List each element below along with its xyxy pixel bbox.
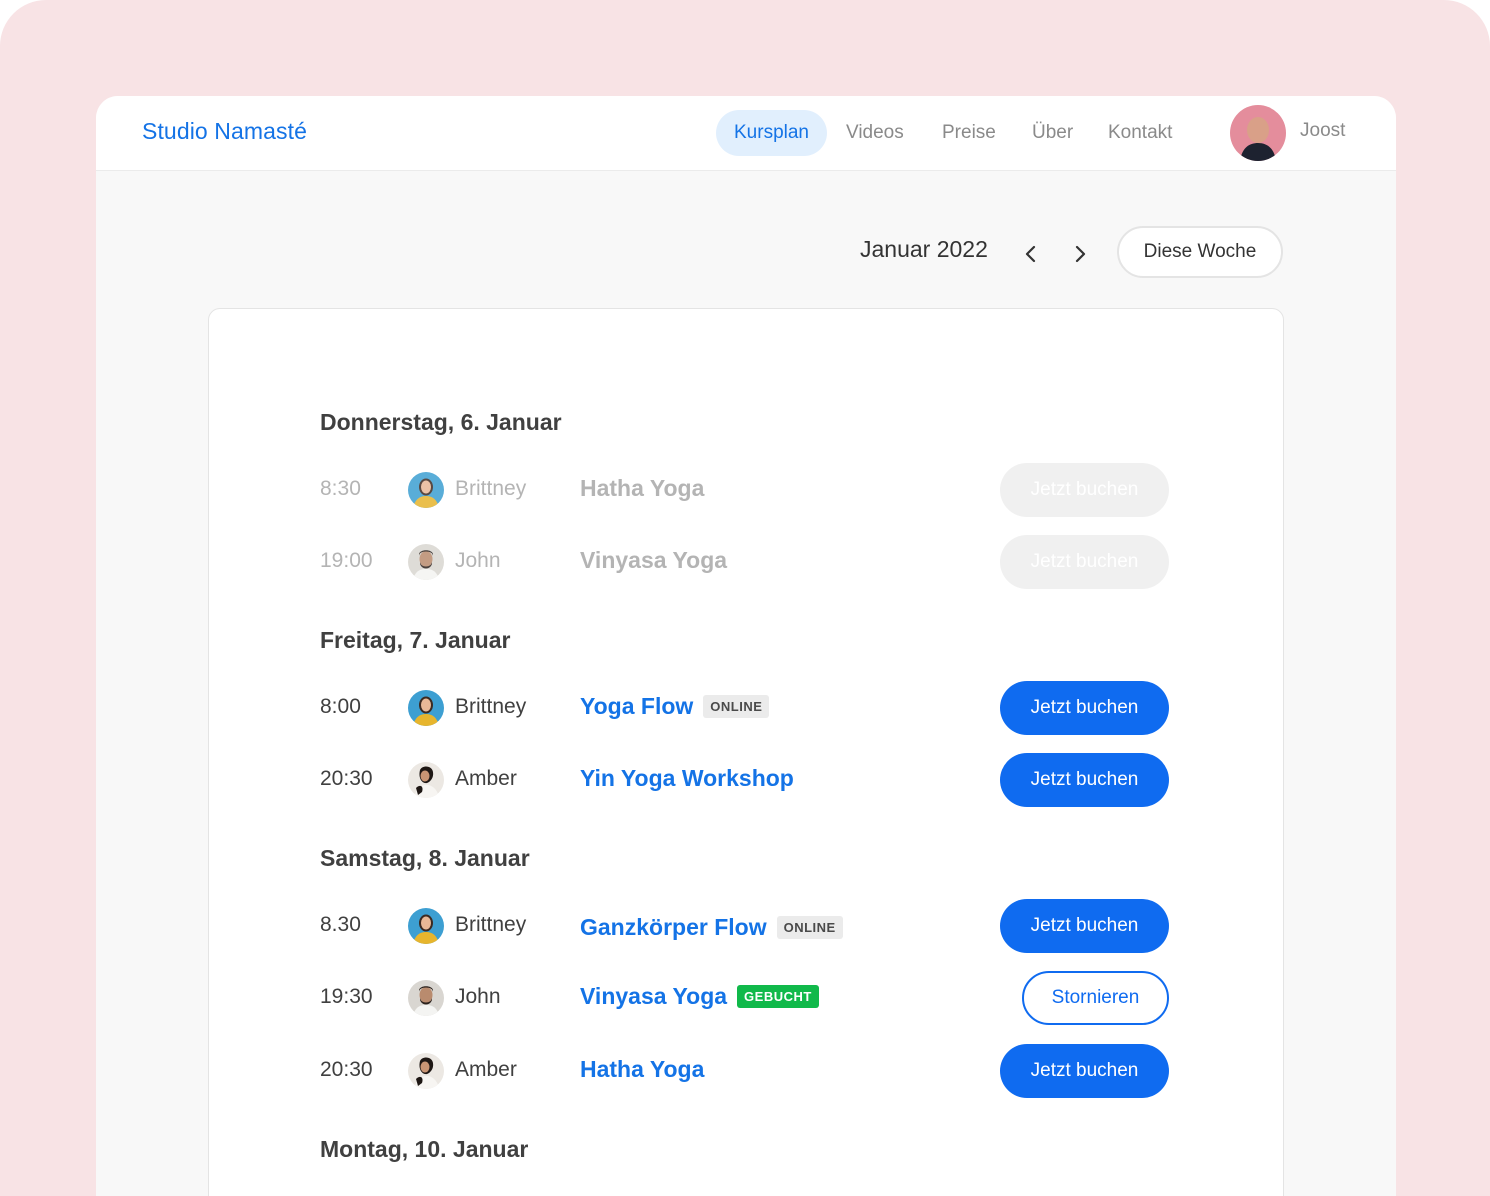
schedule-card: Donnerstag, 6. Januar 8:30 Brittney Hath… [208, 308, 1284, 1196]
class-row: 20:30 Amber Hatha Yoga Jetzt buchen [209, 1044, 1285, 1098]
cancel-button[interactable]: Stornieren [1022, 971, 1169, 1025]
class-title[interactable]: Hatha Yoga [580, 1056, 704, 1083]
class-row: 20:30 Amber Yin Yoga Workshop Jetzt buch… [209, 753, 1285, 807]
teacher-avatar [408, 908, 444, 944]
chevron-right-icon[interactable] [1066, 240, 1094, 268]
book-button[interactable]: Jetzt buchen [1000, 681, 1169, 735]
book-button[interactable]: Jetzt buchen [1000, 753, 1169, 807]
class-time: 19:00 [320, 549, 373, 572]
class-time: 19:30 [320, 985, 373, 1008]
chevron-left-icon[interactable] [1017, 240, 1045, 268]
teacher-avatar [408, 690, 444, 726]
class-row: 19:30 John Vinyasa Yoga GEBUCHT Storniere… [209, 971, 1285, 1025]
teacher-name: Brittney [455, 477, 527, 500]
online-badge: ONLINE [703, 695, 770, 718]
class-row: 19:00 John Vinyasa Yoga Jetzt buchen [209, 535, 1285, 589]
teacher-name: John [455, 985, 501, 1008]
class-row: 8:00 Brittney Yoga Flow ONLINE Jetzt buch… [209, 681, 1285, 735]
day-heading: Freitag, 7. Januar [320, 627, 511, 653]
class-title: Hatha Yoga [580, 475, 705, 501]
teacher-avatar [408, 472, 444, 508]
book-button[interactable]: Jetzt buchen [1000, 899, 1169, 953]
day-heading: Samstag, 8. Januar [320, 845, 530, 871]
class-title: Vinyasa Yoga [580, 547, 728, 573]
day-heading: Donnerstag, 6. Januar [320, 409, 562, 435]
book-button: Jetzt buchen [1000, 463, 1169, 517]
class-title[interactable]: Yoga Flow ONLINE [580, 693, 770, 720]
app-window: Studio Namasté Kursplan Videos Preise Üb… [96, 96, 1396, 1196]
book-button: Jetzt buchen [1000, 535, 1169, 589]
user-name[interactable]: Joost [1300, 120, 1345, 142]
nav-kontakt[interactable]: Kontakt [1090, 110, 1190, 156]
teacher-name: Amber [455, 1058, 517, 1081]
class-time: 8:00 [320, 695, 361, 718]
class-title[interactable]: Yin Yoga Workshop [580, 765, 794, 792]
class-row: 8.30 Brittney Ganzkörper Flow ONLINE Jetz… [209, 899, 1285, 953]
class-time: 20:30 [320, 767, 373, 790]
nav-kursplan[interactable]: Kursplan [716, 110, 827, 156]
brand-logo[interactable]: Studio Namasté [142, 118, 307, 145]
online-badge: ONLINE [776, 916, 843, 939]
current-month: Januar 2022 [860, 236, 988, 262]
book-button[interactable]: Jetzt buchen [1000, 1044, 1169, 1098]
nav-videos[interactable]: Videos [828, 110, 922, 156]
teacher-avatar [408, 762, 444, 798]
top-navbar: Studio Namasté Kursplan Videos Preise Üb… [96, 96, 1396, 171]
teacher-name: Brittney [455, 695, 527, 718]
teacher-name: Brittney [455, 913, 527, 936]
teacher-avatar [408, 544, 444, 580]
teacher-avatar [408, 980, 444, 1016]
teacher-name: John [455, 549, 501, 572]
class-row: 8:30 Brittney Hatha Yoga Jetzt buchen [209, 463, 1285, 517]
class-title[interactable]: Vinyasa Yoga GEBUCHT [580, 983, 819, 1010]
teacher-name: Amber [455, 767, 517, 790]
nav-ueber[interactable]: Über [1014, 110, 1091, 156]
class-time: 8.30 [320, 913, 361, 936]
nav-preise[interactable]: Preise [924, 110, 1014, 156]
teacher-avatar [408, 1053, 444, 1089]
booked-badge: GEBUCHT [737, 985, 819, 1008]
this-week-button[interactable]: Diese Woche [1117, 226, 1283, 278]
day-heading: Montag, 10. Januar [320, 1136, 529, 1162]
class-title[interactable]: Ganzkörper Flow ONLINE [580, 914, 843, 941]
page-background: Studio Namasté Kursplan Videos Preise Üb… [0, 0, 1490, 1196]
class-time: 8:30 [320, 477, 361, 500]
user-avatar[interactable] [1230, 105, 1286, 161]
class-time: 20:30 [320, 1058, 373, 1081]
